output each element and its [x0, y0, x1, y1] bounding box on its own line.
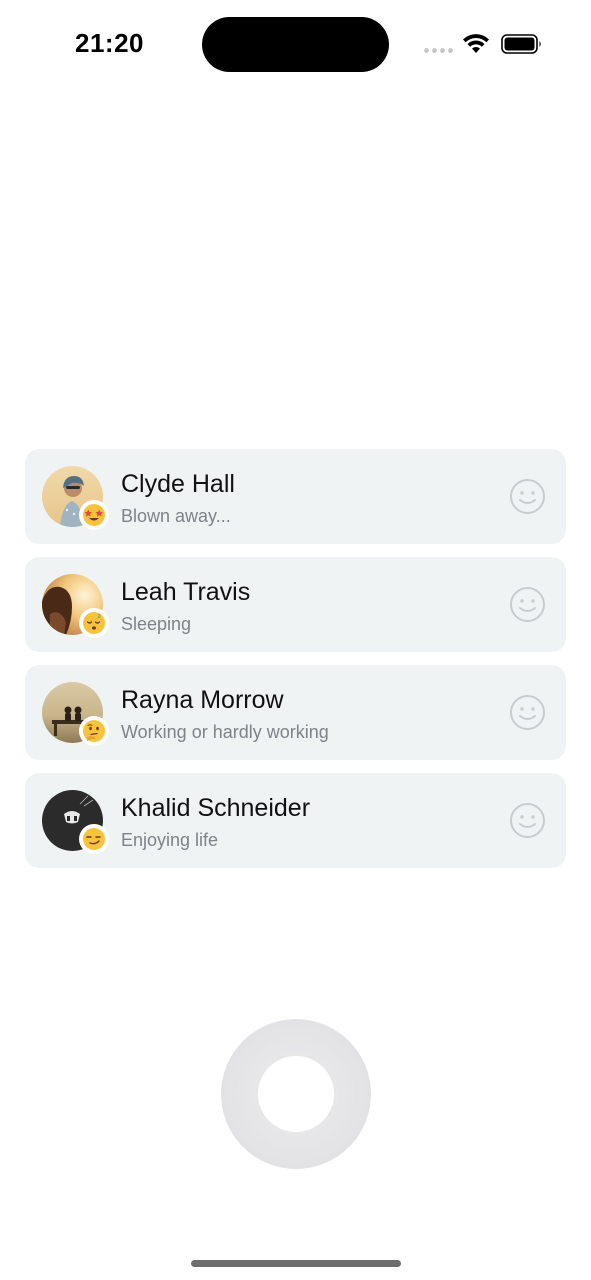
smiley-icon[interactable] — [509, 694, 546, 731]
wifi-icon — [463, 34, 489, 53]
thinking-face-icon — [79, 716, 109, 746]
smiley-icon[interactable] — [509, 478, 546, 515]
contact-card[interactable]: Khalid Schneider Enjoying life — [25, 773, 566, 868]
contact-name: Clyde Hall — [121, 470, 235, 498]
contact-list: Clyde Hall Blown away... z Leah Travis S… — [25, 449, 566, 881]
contact-card[interactable]: z Leah Travis Sleeping — [25, 557, 566, 652]
status-bar: 21:20 — [0, 0, 591, 90]
home-indicator[interactable] — [191, 1260, 401, 1267]
dynamic-island — [202, 17, 389, 72]
sleeping-face-icon: z — [79, 608, 109, 638]
contact-name: Khalid Schneider — [121, 794, 311, 822]
contact-name: Leah Travis — [121, 578, 251, 606]
smirking-face-icon — [79, 824, 109, 854]
contact-status: Blown away... — [121, 506, 231, 526]
contact-status: Enjoying life — [121, 830, 219, 850]
status-time: 21:20 — [75, 28, 144, 58]
record-button[interactable] — [221, 1019, 371, 1169]
record-button-inner — [258, 1056, 334, 1132]
smiley-icon[interactable] — [509, 802, 546, 839]
cellular-signal-icon — [424, 48, 453, 53]
star-struck-face-icon — [79, 500, 109, 530]
contact-card[interactable]: Rayna Morrow Working or hardly working — [25, 665, 566, 760]
contact-name: Rayna Morrow — [121, 686, 284, 714]
smiley-icon[interactable] — [509, 586, 546, 623]
battery-icon — [501, 34, 541, 54]
contact-status: Sleeping — [121, 614, 192, 634]
contact-status: Working or hardly working — [121, 722, 329, 742]
svg-text:z: z — [98, 613, 101, 620]
contact-card[interactable]: Clyde Hall Blown away... — [25, 449, 566, 544]
